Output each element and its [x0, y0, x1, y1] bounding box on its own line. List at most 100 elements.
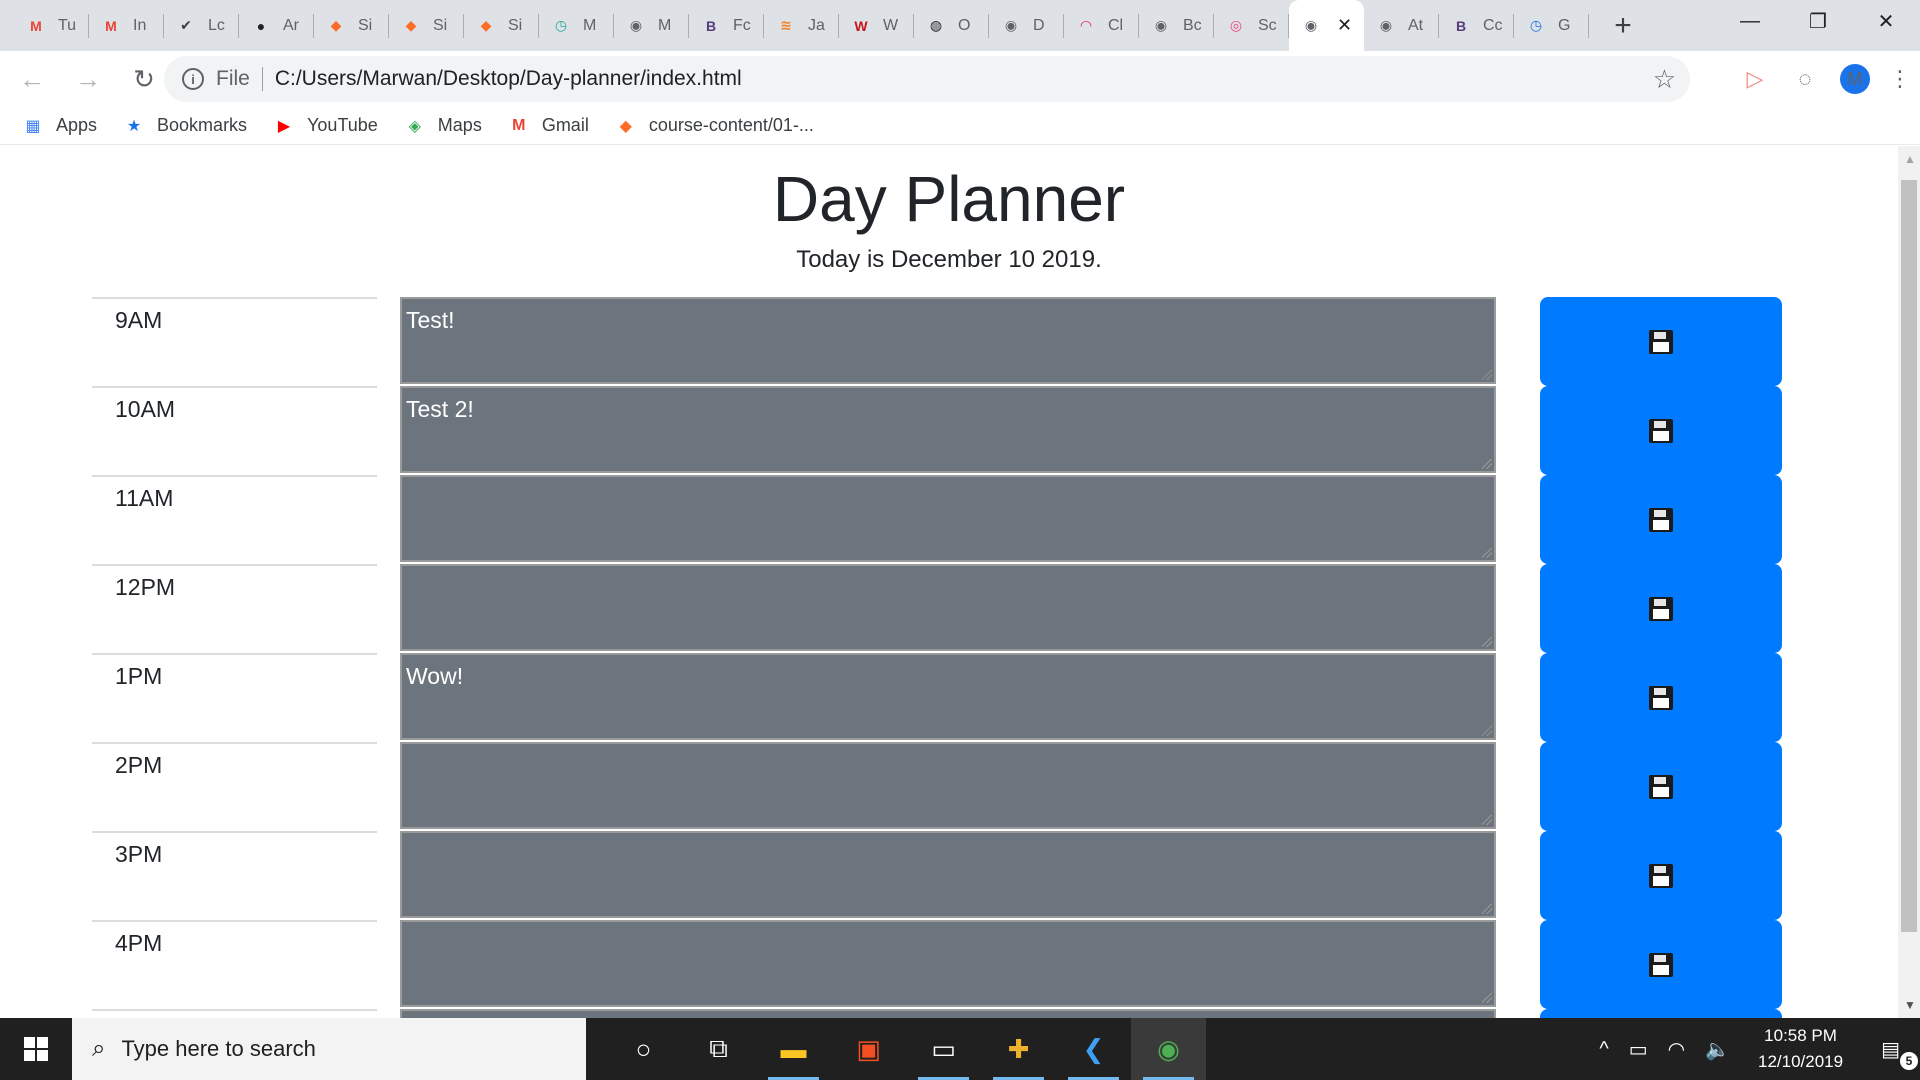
time-block-row: 11AM — [92, 475, 1782, 564]
taskbar-search-box[interactable]: ⌕ Type here to search — [72, 1018, 586, 1080]
browser-tab[interactable]: ◷ M — [539, 0, 614, 51]
bookmark-item[interactable]: ▦ Apps — [22, 115, 97, 137]
browser-tab[interactable]: ◉ At — [1364, 0, 1439, 51]
volume-icon[interactable]: 🔈 — [1705, 1037, 1730, 1062]
scroll-down-icon[interactable]: ▼ — [1904, 998, 1916, 1012]
site-info-icon[interactable]: i — [182, 68, 204, 90]
close-tab-icon[interactable]: ✕ — [1337, 15, 1352, 36]
bookmark-item[interactable]: ◆ course-content/01-... — [615, 115, 814, 137]
tray-chevron-icon[interactable]: ^ — [1599, 1038, 1608, 1061]
event-textarea[interactable]: Test! — [400, 297, 1496, 384]
browser-tab[interactable]: ◉ Bc — [1139, 0, 1214, 51]
browser-tab[interactable]: M Tu — [14, 0, 89, 51]
event-textarea[interactable] — [400, 1009, 1496, 1018]
profile-avatar[interactable]: M — [1840, 64, 1870, 94]
minimize-icon[interactable]: — — [1716, 0, 1784, 42]
browser-tab[interactable]: ✔ Lc — [164, 0, 239, 51]
browser-tab[interactable]: ● Ar — [239, 0, 314, 51]
browser-menu-icon[interactable]: ⋮ — [1880, 66, 1920, 92]
save-button[interactable] — [1540, 1009, 1782, 1018]
page-scrollbar[interactable]: ▲ ▼ — [1898, 146, 1920, 1018]
event-textarea[interactable] — [400, 920, 1496, 1007]
slack-icon[interactable]: ✚ — [981, 1018, 1056, 1080]
task-view-icon[interactable]: ⧉ — [681, 1018, 756, 1080]
save-button[interactable] — [1540, 297, 1782, 386]
new-tab-icon[interactable]: + — [1601, 0, 1645, 51]
browser-tab[interactable]: ◆ Si — [464, 0, 539, 51]
tab-title: Si — [508, 16, 523, 34]
store-icon[interactable]: ▣ — [831, 1018, 906, 1080]
cast-extension-icon[interactable]: ▷ — [1730, 66, 1780, 92]
bookmarks-bar: ▦ Apps ★ Bookmarks ▶ YouTube ◈ Maps M Gmail ◆ cours… — [0, 107, 1920, 145]
hour-label: 2PM — [92, 742, 377, 831]
tab-title: Si — [358, 16, 373, 34]
taskbar-clock[interactable]: 10:58 PM 12/10/2019 — [1758, 1023, 1843, 1075]
chrome-icon[interactable]: ◉ — [1131, 1018, 1206, 1080]
event-textarea[interactable] — [400, 831, 1496, 918]
browser-tab[interactable]: ◠ Cl — [1064, 0, 1139, 51]
cortana-icon[interactable]: ○ — [606, 1018, 681, 1080]
browser-tab[interactable]: ◎ Sc — [1214, 0, 1289, 51]
wifi-icon[interactable]: ◠ — [1668, 1037, 1685, 1062]
close-window-icon[interactable]: ✕ — [1852, 0, 1920, 42]
back-arrow-icon[interactable]: ← — [8, 55, 56, 103]
event-textarea[interactable]: Wow! — [400, 653, 1496, 740]
scheme-label: File — [216, 67, 263, 91]
save-button[interactable] — [1540, 653, 1782, 742]
browser-tab[interactable]: ≋ Ja — [764, 0, 839, 51]
time-block-row: 2PM — [92, 742, 1782, 831]
browser-tab[interactable]: ◆ Si — [314, 0, 389, 51]
time-block-row: 10AM Test 2! — [92, 386, 1782, 475]
vscode-icon[interactable]: ❮ — [1056, 1018, 1131, 1080]
scroll-up-icon[interactable]: ▲ — [1904, 152, 1916, 166]
browser-tab[interactable]: ◉ ✕ — [1289, 0, 1364, 51]
hour-label: 4PM — [92, 920, 377, 1009]
save-button[interactable] — [1540, 475, 1782, 564]
scrollbar-thumb[interactable] — [1901, 180, 1917, 932]
save-button[interactable] — [1540, 742, 1782, 831]
action-center-icon[interactable]: ▤ 5 — [1871, 1037, 1918, 1070]
terminal-icon[interactable]: ▭ — [906, 1018, 981, 1080]
battery-icon[interactable]: ▭ — [1629, 1037, 1648, 1062]
github-icon: ● — [256, 17, 266, 34]
browser-tab[interactable]: ◆ Si — [389, 0, 464, 51]
browser-tab[interactable]: ◷ G — [1514, 0, 1589, 51]
start-button[interactable] — [0, 1018, 72, 1080]
stackoverflow-icon: ≋ — [780, 17, 792, 33]
time-block-row: 4PM — [92, 920, 1782, 1009]
browser-tab[interactable]: B Cc — [1439, 0, 1514, 51]
bookmark-label: Gmail — [541, 115, 589, 135]
forward-arrow-icon[interactable]: → — [64, 55, 112, 103]
save-button[interactable] — [1540, 564, 1782, 653]
save-button[interactable] — [1540, 831, 1782, 920]
clock-icon: ◷ — [1529, 17, 1543, 33]
browser-tab[interactable]: WW — [839, 0, 914, 51]
system-tray: ^ ▭ ◠ 🔈 10:58 PM 12/10/2019 ▤ 5 — [1589, 1018, 1920, 1080]
save-button[interactable] — [1540, 920, 1782, 1009]
file-explorer-icon[interactable]: ▬ — [756, 1018, 831, 1080]
browser-tab[interactable]: ◉ D — [989, 0, 1064, 51]
restore-icon[interactable]: ❐ — [1784, 0, 1852, 42]
tab-title: Ar — [283, 16, 299, 34]
reload-icon[interactable]: ↻ — [120, 55, 168, 103]
event-textarea[interactable] — [400, 475, 1496, 562]
browser-tab[interactable]: ◍ O — [914, 0, 989, 51]
bookmark-item[interactable]: ★ Bookmarks — [123, 115, 247, 137]
event-textarea[interactable]: Test 2! — [400, 386, 1496, 473]
address-bar[interactable]: i File C:/Users/Marwan/Desktop/Day-plann… — [164, 56, 1690, 102]
bookmark-item[interactable]: ▶ YouTube — [273, 115, 378, 137]
event-textarea[interactable] — [400, 564, 1496, 651]
bookmark-item[interactable]: ◈ Maps — [404, 115, 482, 137]
bookmark-item[interactable]: M Gmail — [508, 115, 589, 137]
shield-check-icon: ✔ — [180, 17, 192, 33]
bookmark-label: YouTube — [307, 115, 378, 135]
browser-tab[interactable]: M In — [89, 0, 164, 51]
bookmark-star-icon[interactable]: ☆ — [1653, 64, 1676, 95]
url-text[interactable]: C:/Users/Marwan/Desktop/Day-planner/inde… — [275, 67, 742, 91]
extension-icon[interactable]: ◌ — [1780, 66, 1830, 92]
save-button[interactable] — [1540, 386, 1782, 475]
event-textarea[interactable] — [400, 742, 1496, 829]
browser-tab[interactable]: ◉ M — [614, 0, 689, 51]
clock-icon: ◷ — [554, 17, 568, 33]
browser-tab[interactable]: B Fc — [689, 0, 764, 51]
